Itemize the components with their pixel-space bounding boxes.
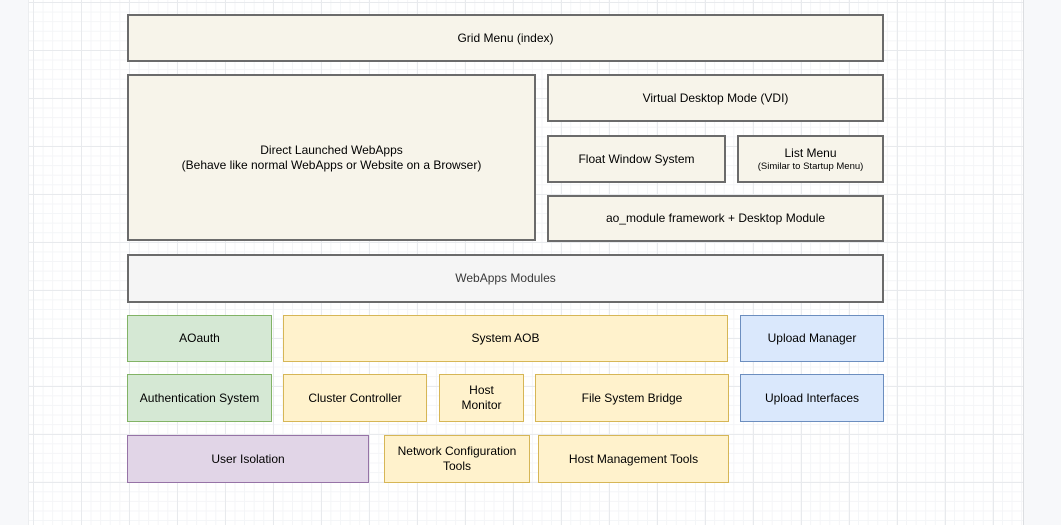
node-list-menu[interactable]: List Menu (Similar to Startup Menu) (737, 135, 884, 183)
node-aoauth[interactable]: AOauth (127, 315, 272, 362)
node-direct-launched-webapps[interactable]: Direct Launched WebApps (Behave like nor… (127, 74, 536, 241)
node-network-configuration-tools-label: Network Configuration Tools (395, 444, 519, 474)
node-list-menu-label: List Menu (784, 146, 836, 161)
node-system-aob[interactable]: System AOB (283, 315, 728, 362)
node-user-isolation-label: User Isolation (211, 452, 284, 467)
node-webapps-modules-label: WebApps Modules (455, 271, 556, 286)
node-file-system-bridge-label: File System Bridge (582, 391, 683, 406)
diagram-canvas: Grid Menu (index) Direct Launched WebApp… (28, 0, 1024, 525)
node-host-monitor-label: Host Monitor (450, 383, 513, 413)
node-grid-menu[interactable]: Grid Menu (index) (127, 14, 884, 62)
node-list-menu-sublabel: (Similar to Startup Menu) (758, 161, 864, 173)
node-aoauth-label: AOauth (179, 331, 220, 346)
node-authentication-system[interactable]: Authentication System (127, 374, 272, 422)
node-upload-interfaces[interactable]: Upload Interfaces (740, 374, 884, 422)
drawio-viewer: { "palette": { "page_background": "#f7f8… (0, 0, 1061, 525)
node-grid-menu-label: Grid Menu (index) (457, 31, 553, 46)
node-float-window-system[interactable]: Float Window System (547, 135, 726, 183)
node-user-isolation[interactable]: User Isolation (127, 435, 369, 483)
node-host-management-tools[interactable]: Host Management Tools (538, 435, 729, 483)
node-ao-module-framework[interactable]: ao_module framework + Desktop Module (547, 195, 884, 242)
node-direct-launched-webapps-sublabel: (Behave like normal WebApps or Website o… (182, 158, 482, 173)
node-cluster-controller[interactable]: Cluster Controller (283, 374, 427, 422)
node-ao-module-framework-label: ao_module framework + Desktop Module (606, 211, 825, 226)
node-host-management-tools-label: Host Management Tools (569, 452, 698, 467)
node-file-system-bridge[interactable]: File System Bridge (535, 374, 729, 422)
node-direct-launched-webapps-label: Direct Launched WebApps (260, 143, 403, 158)
node-host-monitor[interactable]: Host Monitor (439, 374, 524, 422)
node-webapps-modules[interactable]: WebApps Modules (127, 254, 884, 303)
node-upload-manager[interactable]: Upload Manager (740, 315, 884, 362)
node-network-configuration-tools[interactable]: Network Configuration Tools (384, 435, 530, 483)
node-virtual-desktop-mode-label: Virtual Desktop Mode (VDI) (643, 91, 789, 106)
node-virtual-desktop-mode[interactable]: Virtual Desktop Mode (VDI) (547, 74, 884, 122)
node-cluster-controller-label: Cluster Controller (308, 391, 401, 406)
node-upload-interfaces-label: Upload Interfaces (765, 391, 859, 406)
node-upload-manager-label: Upload Manager (768, 331, 857, 346)
node-float-window-system-label: Float Window System (578, 152, 694, 167)
node-authentication-system-label: Authentication System (140, 391, 259, 406)
node-system-aob-label: System AOB (471, 331, 539, 346)
